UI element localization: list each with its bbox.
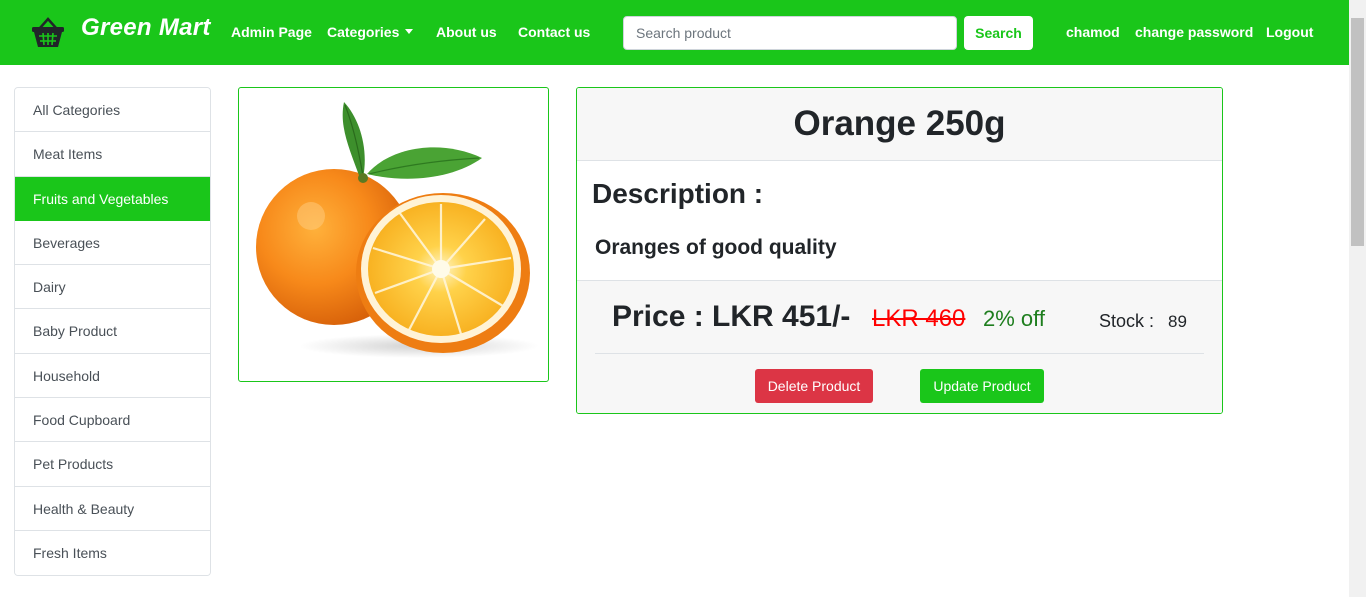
price-current: Price : LKR 451/- <box>612 300 851 333</box>
scrollbar-thumb[interactable] <box>1351 18 1364 246</box>
page-scrollbar[interactable] <box>1349 0 1366 597</box>
stock-value: 89 <box>1168 312 1187 331</box>
search-input[interactable] <box>623 16 957 50</box>
basket-icon[interactable] <box>30 14 66 50</box>
nav-about-us[interactable]: About us <box>436 24 497 40</box>
brand-name[interactable]: Green Mart <box>81 14 211 42</box>
price-old: LKR 460 <box>872 305 966 332</box>
sidebar-item-pet-products[interactable]: Pet Products <box>15 442 210 487</box>
description-label: Description : <box>592 178 764 209</box>
category-sidebar: All Categories Meat Items Fruits and Veg… <box>14 87 211 577</box>
product-header: Orange 250g <box>577 88 1222 161</box>
stock-label: Stock : <box>1099 311 1155 331</box>
orange-image <box>256 102 539 358</box>
sidebar-item-beverages[interactable]: Beverages <box>15 220 210 266</box>
product-footer: Price : LKR 451/- LKR 460 2% off Stock :… <box>577 280 1222 413</box>
footer-divider <box>595 353 1204 354</box>
description-text: Oranges of good quality <box>595 236 837 259</box>
nav-admin-page[interactable]: Admin Page <box>231 24 312 40</box>
discount-badge: 2% off <box>983 306 1045 331</box>
update-product-button[interactable]: Update Product <box>920 369 1044 403</box>
sidebar-item-baby-product[interactable]: Baby Product <box>15 309 210 354</box>
nav-logout[interactable]: Logout <box>1266 24 1313 40</box>
sidebar-item-fresh-items[interactable]: Fresh Items <box>15 530 210 576</box>
sidebar-item-health-beauty[interactable]: Health & Beauty <box>15 486 210 531</box>
sidebar-item-all-categories[interactable]: All Categories <box>15 88 210 133</box>
navbar: Green Mart Admin Page Categories About u… <box>0 0 1349 65</box>
search-button[interactable]: Search <box>964 16 1033 50</box>
nav-categories-dropdown[interactable]: Categories <box>327 24 414 40</box>
product-title: Orange 250g <box>793 104 1006 143</box>
delete-product-button[interactable]: Delete Product <box>755 369 873 403</box>
sidebar-item-household[interactable]: Household <box>15 353 210 399</box>
product-image-card <box>238 87 549 382</box>
nav-categories-label: Categories <box>327 24 400 40</box>
sidebar-item-dairy[interactable]: Dairy <box>15 265 210 310</box>
caret-down-icon <box>405 28 414 34</box>
sidebar-item-fruits-and-vegetables[interactable]: Fruits and Vegetables <box>15 176 210 221</box>
nav-change-password[interactable]: change password <box>1135 24 1253 40</box>
nav-user-name[interactable]: chamod <box>1066 24 1120 40</box>
product-detail-card: Orange 250g Description : Oranges of goo… <box>576 87 1223 414</box>
nav-contact-us[interactable]: Contact us <box>518 24 590 40</box>
sidebar-item-food-cupboard[interactable]: Food Cupboard <box>15 398 210 443</box>
sidebar-item-meat-items[interactable]: Meat Items <box>15 132 210 177</box>
